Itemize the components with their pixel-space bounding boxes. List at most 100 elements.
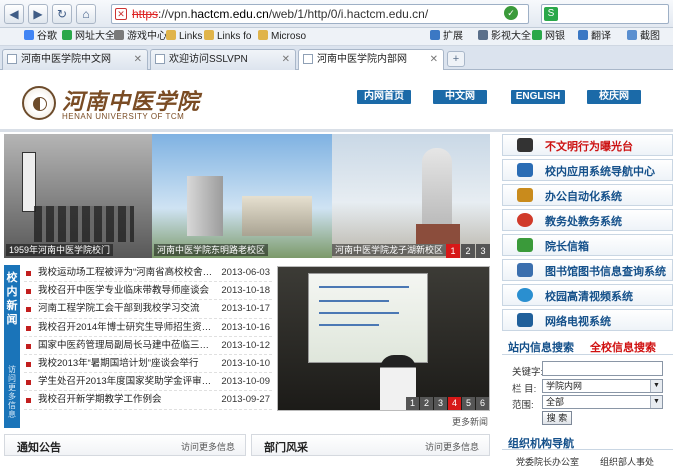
address-host: hactcm.edu.cn	[190, 7, 269, 21]
video-page-5[interactable]: 5	[462, 397, 475, 410]
chevron-down-icon: ▼	[650, 380, 662, 392]
banner-photo-old-campus: 河南中医学院东明路老校区	[152, 134, 332, 258]
address-protocol: https	[132, 7, 159, 21]
search-tabs: 站内信息搜索 全校信息搜索	[502, 337, 673, 355]
video-page-2[interactable]: 2	[420, 397, 433, 410]
news-item[interactable]: 我校2013年“暑期国培计划”座谈会举行 2013-10-10	[24, 355, 272, 374]
news-item[interactable]: 河南工程学院工会干部到我校学习交流 2013-10-17	[24, 300, 272, 319]
photo-banner[interactable]: 1959年河南中医学院校门 河南中医学院东明路老校区 河南中医学院龙子湖新校区 …	[4, 134, 490, 258]
chevron-down-icon: ▼	[650, 396, 662, 408]
monitor-icon	[517, 163, 533, 177]
news-item[interactable]: 我校运动场工程被评为“河南省高校校舍建设… 2013-06-03	[24, 264, 272, 283]
dept-more-link[interactable]: 访问更多信息	[425, 440, 479, 453]
news-item[interactable]: 我校召开中医学专业临床带教导师座谈会 2013-10-18	[24, 282, 272, 301]
org-link-office[interactable]: 党委院长办公室	[516, 455, 579, 468]
folder-icon	[204, 30, 214, 40]
video-pager: 123456	[405, 397, 489, 410]
system-links-sidebar: 不文明行为曝光台 校内应用系统导航中心 办公自动化系统 教务处教务系统 院长信箱…	[502, 134, 673, 334]
tab-strip: 河南中医学院中文网 ✕ 欢迎访问SSLVPN ✕ 河南中医学院内部网 ✕ +	[0, 46, 673, 71]
address-bar[interactable]: ✕ https://vpn.hactcm.edu.cn/web/1/http/0…	[111, 4, 529, 24]
keyword-input[interactable]	[542, 361, 663, 376]
news-item[interactable]: 我校召开2014年博士研究生导师招生资格遴选…2013-10-16	[24, 319, 272, 337]
banner-page-2[interactable]: 2	[461, 244, 475, 258]
page-status-icon[interactable]: ✓	[504, 6, 518, 20]
bookmark-sites[interactable]: 网址大全	[62, 30, 115, 44]
sidebar-item-hd-video[interactable]: 校园高清视频系统	[502, 284, 673, 306]
dept-title: 部门风采	[264, 442, 308, 454]
sites-icon	[62, 30, 72, 40]
browser-search-input[interactable]: S	[541, 4, 669, 24]
banner-pager: 123	[445, 244, 490, 258]
bookmark-screenshot[interactable]: 截图	[627, 30, 660, 44]
page-icon	[7, 54, 17, 64]
tab-all-search[interactable]: 全校信息搜索	[590, 339, 656, 355]
sidebar-item-app-nav[interactable]: 校内应用系统导航中心	[502, 159, 673, 181]
news-item[interactable]: 我校召开新学期教学工作例会 2013-09-27	[24, 391, 272, 410]
new-tab-button[interactable]: +	[447, 51, 465, 67]
tab-intranet[interactable]: 河南中医学院内部网 ✕	[298, 49, 444, 71]
sidebar-item-office[interactable]: 办公自动化系统	[502, 184, 673, 206]
banner-page-3[interactable]: 3	[476, 244, 490, 258]
bookmark-links-fo[interactable]: Links fo	[204, 30, 251, 44]
nav-english[interactable]: ENGLISH	[511, 90, 565, 104]
translate-icon	[578, 30, 588, 40]
org-link-personnel[interactable]: 组织部人事处	[600, 455, 654, 468]
bookmark-translate[interactable]: 翻译	[578, 30, 611, 44]
tab-chinese-site[interactable]: 河南中医学院中文网 ✕	[2, 49, 148, 70]
site-search-panel: 站内信息搜索 全校信息搜索 关键字: 栏 目: 学院内网 ▼ 范围: 全部 ▼ 搜 …	[502, 337, 673, 429]
home-button[interactable]: ⌂	[76, 4, 96, 24]
bookmark-games[interactable]: 游戏中心	[114, 30, 167, 44]
more-news-link[interactable]: 更多新闻	[452, 415, 488, 428]
banner-caption: 河南中医学院东明路老校区	[154, 244, 269, 256]
search-button[interactable]: 搜 索	[542, 411, 572, 425]
bookmark-links[interactable]: Links	[166, 30, 202, 44]
sidebar-item-library[interactable]: 图书馆图书信息查询系统	[502, 259, 673, 281]
tab-site-search[interactable]: 站内信息搜索	[508, 339, 574, 355]
back-button[interactable]: ◀	[4, 4, 24, 24]
news-video-slideshow[interactable]: 123456	[277, 266, 490, 411]
security-warning-icon[interactable]: ✕	[115, 8, 127, 20]
notice-more-link[interactable]: 访问更多信息	[181, 440, 235, 453]
banner-page-1[interactable]: 1	[446, 244, 460, 258]
address-path: /web/1/http/0/i.hactcm.edu.cn/	[268, 7, 429, 21]
forward-button[interactable]: ▶	[28, 4, 48, 24]
nav-chinese[interactable]: 中文网	[433, 90, 487, 104]
sidebar-item-exposure[interactable]: 不文明行为曝光台	[502, 134, 673, 156]
bookmark-video[interactable]: 影视大全	[478, 30, 531, 44]
close-icon[interactable]: ✕	[282, 50, 290, 69]
sidebar-item-mailbox[interactable]: 院长信箱	[502, 234, 673, 256]
folder-icon	[166, 30, 176, 40]
nav-anniversary[interactable]: 校庆网	[587, 90, 641, 104]
video-page-1[interactable]: 1	[406, 397, 419, 410]
nav-intranet-home[interactable]: 内网首页	[357, 90, 411, 104]
video-page-3[interactable]: 3	[434, 397, 447, 410]
logo-english: HENAN UNIVERSITY OF TCM	[62, 112, 185, 121]
video-page-4[interactable]: 4	[448, 397, 461, 410]
sidebar-item-network-tv[interactable]: 网络电视系统	[502, 309, 673, 331]
video-page-6[interactable]: 6	[476, 397, 489, 410]
scope-select[interactable]: 全部 ▼	[542, 395, 663, 409]
banner-photo-new-campus: 河南中医学院龙子湖新校区	[332, 134, 490, 258]
banner-caption: 河南中医学院龙子湖新校区	[332, 244, 447, 256]
search-engine-icon[interactable]: S	[544, 7, 558, 21]
close-icon[interactable]: ✕	[430, 50, 438, 69]
news-side-tab[interactable]: 校内新闻 访问更多信息	[4, 265, 20, 428]
bookmark-bank[interactable]: 网银	[532, 30, 565, 44]
banner-photo-old-gate: 1959年河南中医学院校门	[4, 134, 152, 258]
coins-icon	[517, 188, 533, 202]
bookmark-microso[interactable]: Microso	[258, 30, 306, 44]
close-icon[interactable]: ✕	[134, 50, 142, 69]
sidebar-item-academic[interactable]: 教务处教务系统	[502, 209, 673, 231]
news-item[interactable]: 国家中医药管理局副局长马建中莅临三附院指…2013-10-12	[24, 337, 272, 355]
news-item[interactable]: 学生处召开2013年度国家奖助学金评审工作专…2013-10-09	[24, 373, 272, 392]
tab-sslvpn[interactable]: 欢迎访问SSLVPN ✕	[150, 49, 296, 70]
news-more-link[interactable]: 访问更多信息	[6, 365, 18, 419]
bookmark-extensions[interactable]: 扩展	[430, 30, 463, 44]
book-icon	[517, 263, 533, 277]
refresh-button[interactable]: ↻	[52, 4, 72, 24]
scope-label: 范围:	[512, 400, 534, 411]
scissors-icon	[627, 30, 637, 40]
bookmark-google[interactable]: 谷歌	[24, 30, 57, 44]
column-select[interactable]: 学院内网 ▼	[542, 379, 663, 393]
browser-toolbar: ◀ ▶ ↻ ⌂ ✕ https://vpn.hactcm.edu.cn/web/…	[0, 0, 673, 28]
